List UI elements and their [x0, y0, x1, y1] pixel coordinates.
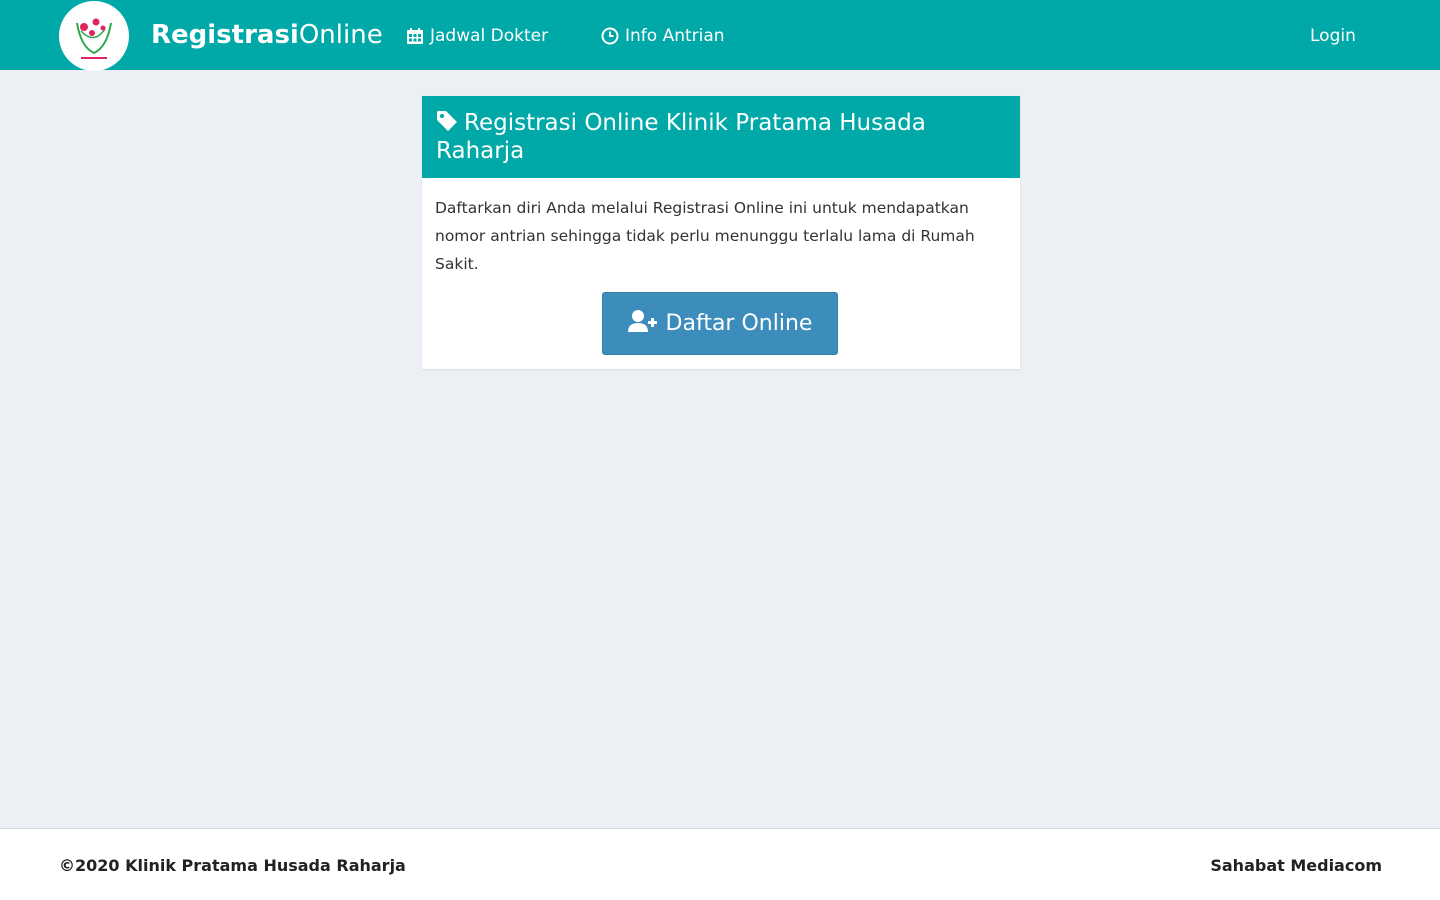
- clock-icon: [600, 26, 620, 46]
- footer-credit[interactable]: Sahabat Mediacom: [1210, 855, 1382, 877]
- card-description: Daftarkan diri Anda melalui Registrasi O…: [435, 199, 975, 273]
- user-plus-icon: [627, 309, 658, 339]
- page-footer: ©2020 Klinik Pratama Husada Raharja Saha…: [0, 828, 1440, 900]
- registration-card: Registrasi Online Klinik Pratama Husada …: [422, 96, 1020, 369]
- daftar-online-label: Daftar Online: [665, 311, 813, 336]
- card-title: Registrasi Online Klinik Pratama Husada …: [436, 110, 996, 164]
- nav-login[interactable]: Login: [1310, 24, 1356, 48]
- card-header: Registrasi Online Klinik Pratama Husada …: [422, 96, 1020, 178]
- brand-bold: Registrasi: [151, 20, 299, 50]
- brand-light: Online: [298, 20, 383, 50]
- clinic-logo[interactable]: [59, 1, 129, 71]
- nav-jadwal-label: Jadwal Dokter: [430, 26, 549, 46]
- tag-icon: [436, 110, 458, 138]
- nav-jadwal-dokter[interactable]: Jadwal Dokter: [405, 24, 548, 48]
- footer-copyright: ©2020 Klinik Pratama Husada Raharja: [59, 856, 406, 875]
- calendar-icon: [405, 26, 425, 46]
- nav-login-label: Login: [1310, 26, 1356, 46]
- nav-info-antrian[interactable]: Info Antrian: [600, 24, 725, 48]
- brand-title[interactable]: RegistrasiOnline: [151, 17, 383, 53]
- nav-info-label: Info Antrian: [625, 26, 725, 46]
- card-title-text: Registrasi Online Klinik Pratama Husada …: [436, 110, 926, 164]
- top-navbar: RegistrasiOnline Jadwal Dokter Info Antr…: [0, 0, 1440, 71]
- daftar-online-button[interactable]: Daftar Online: [602, 292, 838, 355]
